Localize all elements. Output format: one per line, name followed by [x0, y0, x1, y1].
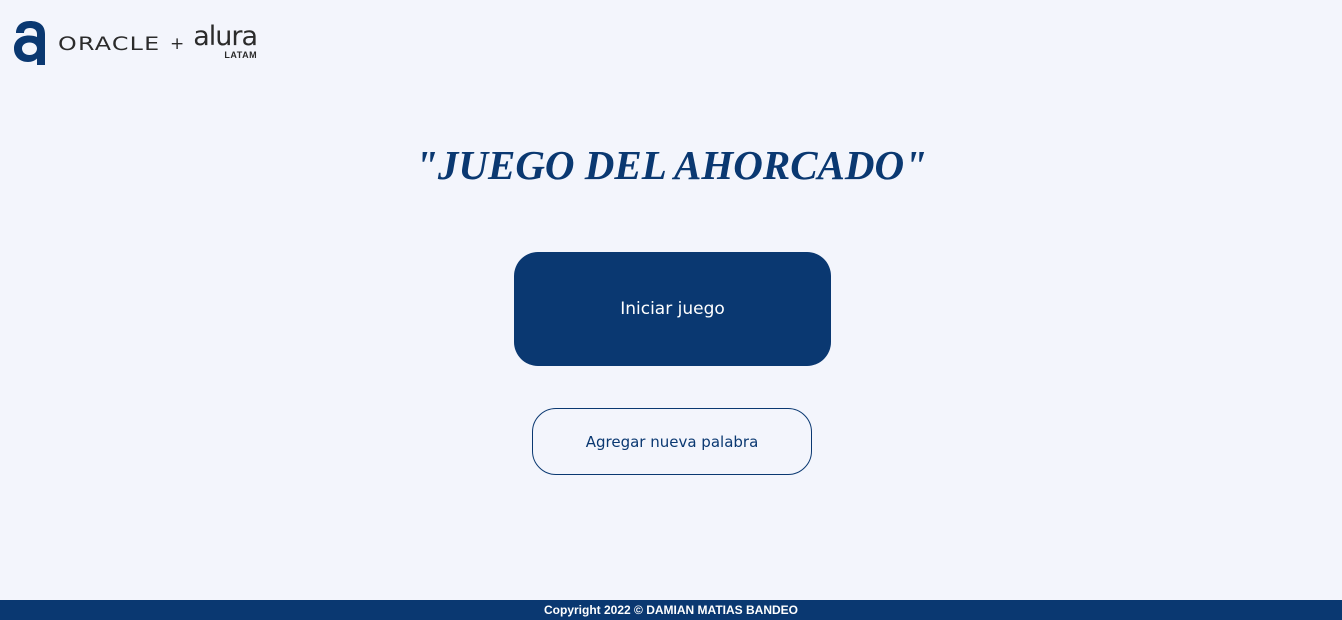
- copyright-text: Copyright 2022 © DAMIAN MATIAS BANDEO: [544, 603, 798, 617]
- alura-a-icon: [14, 21, 45, 65]
- oracle-logo-text: ORACLE: [58, 32, 161, 55]
- brand-logo: ORACLE + alura LATAM: [13, 18, 258, 68]
- page-title: "JUEGO DEL AHORCADO": [415, 142, 927, 188]
- alura-logo-subtext: LATAM: [224, 49, 258, 60]
- start-game-button[interactable]: Iniciar juego: [514, 252, 831, 366]
- add-word-button[interactable]: Agregar nueva palabra: [532, 408, 812, 475]
- footer: Copyright 2022 © DAMIAN MATIAS BANDEO: [0, 600, 1342, 620]
- alura-logo-text: alura: [193, 20, 258, 52]
- alura-logo: alura LATAM: [193, 20, 258, 60]
- page: ORACLE + alura LATAM "JUEGO DEL AHORCADO…: [0, 0, 1342, 620]
